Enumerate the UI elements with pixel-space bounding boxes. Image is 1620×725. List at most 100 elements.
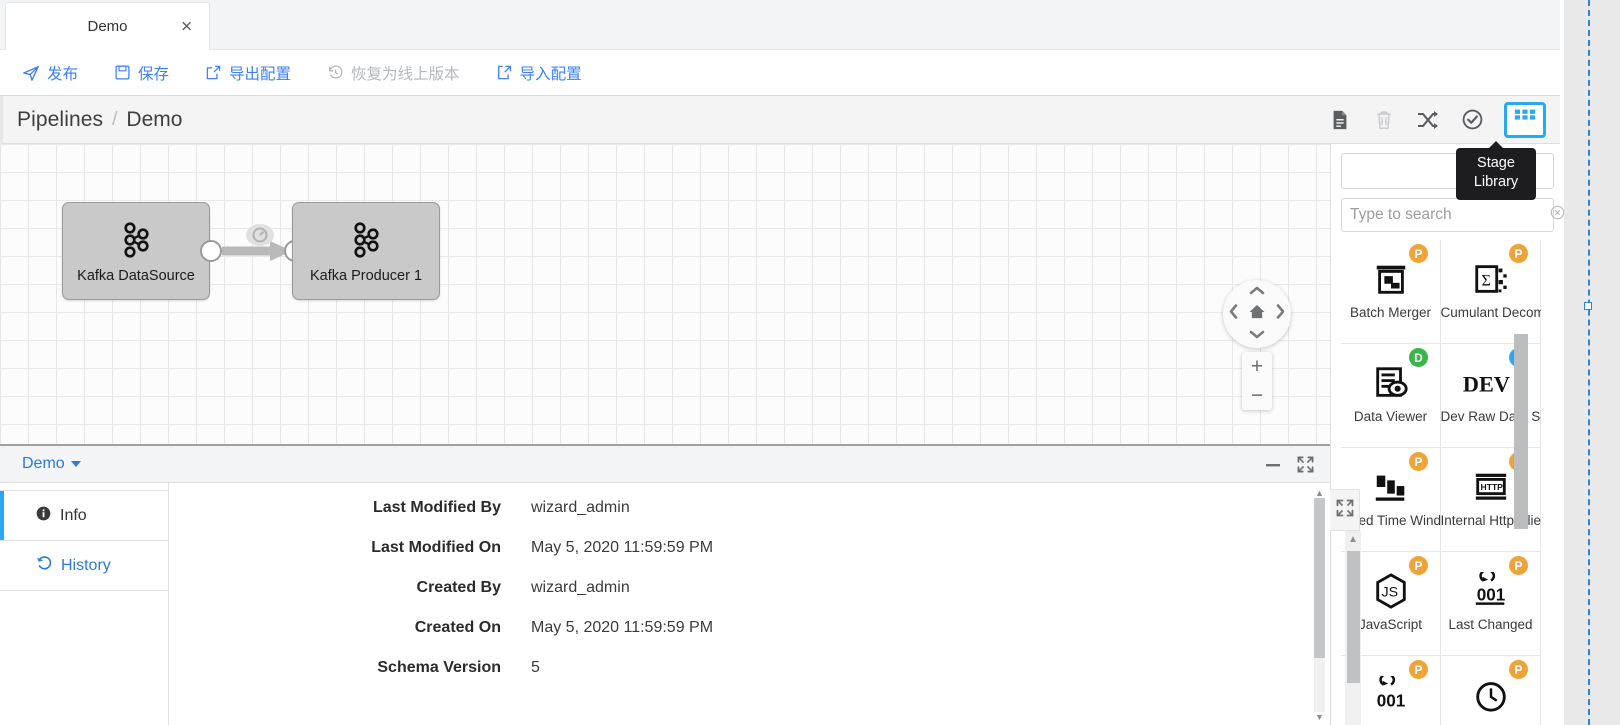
svg-text:HTTP: HTTP bbox=[1480, 482, 1503, 492]
close-icon[interactable]: ✕ bbox=[180, 19, 193, 34]
info-circle-icon bbox=[36, 506, 51, 526]
pan-right-icon[interactable] bbox=[1275, 304, 1286, 325]
svg-text:001: 001 bbox=[1376, 691, 1405, 710]
action-toolbar: 发布 保存 导出配置 恢复为线上版本 导入配置 bbox=[0, 50, 1560, 96]
publish-button[interactable]: 发布 bbox=[22, 62, 78, 84]
info-row: Last Modified On May 5, 2020 11:59:59 PM bbox=[169, 539, 1330, 579]
search-input[interactable] bbox=[1350, 206, 1550, 224]
info-value: May 5, 2020 11:59:59 PM bbox=[501, 619, 713, 637]
bottom-panel-title: Demo bbox=[22, 455, 65, 473]
publish-label: 发布 bbox=[47, 62, 78, 84]
info-label: Last Modified By bbox=[169, 499, 501, 517]
svg-text:001: 001 bbox=[1476, 586, 1505, 605]
canvas-pan-control[interactable] bbox=[1223, 280, 1291, 348]
bottom-panel-title-dropdown[interactable]: Demo bbox=[0, 455, 81, 473]
stage-name: Last Changed bbox=[1441, 617, 1541, 633]
bottom-panel-tabs: Info History bbox=[0, 483, 169, 725]
stage-badge: P bbox=[1409, 244, 1428, 263]
connection-stats-badge[interactable] bbox=[245, 222, 275, 248]
tab-demo[interactable]: Demo ✕ bbox=[5, 2, 210, 50]
tab-info[interactable]: Info bbox=[0, 491, 168, 541]
import-config-button[interactable]: 导入配置 bbox=[496, 62, 582, 84]
shuffle-auto-arrange-icon[interactable] bbox=[1406, 100, 1450, 140]
validate-check-icon[interactable] bbox=[1450, 100, 1494, 140]
trash-delete-icon[interactable] bbox=[1362, 100, 1406, 140]
minimize-icon[interactable] bbox=[1265, 458, 1281, 472]
stage-badge: P bbox=[1409, 452, 1428, 471]
export-config-button[interactable]: 导出配置 bbox=[205, 62, 291, 84]
scroll-thumb[interactable] bbox=[1347, 551, 1360, 683]
pan-up-icon[interactable] bbox=[1249, 283, 1265, 301]
canvas-zoom-control[interactable]: + − bbox=[1242, 352, 1272, 410]
scroll-up-arrow-icon[interactable]: ▲ bbox=[1345, 534, 1361, 545]
node-output-port[interactable] bbox=[200, 240, 222, 262]
resize-handle[interactable] bbox=[1584, 302, 1592, 310]
clear-circle-icon[interactable] bbox=[1550, 205, 1564, 225]
stage-item-data-viewer[interactable]: D Data Viewer bbox=[1341, 344, 1441, 448]
tab-bar: Demo ✕ bbox=[0, 0, 1560, 50]
scroll-down-arrow-icon[interactable]: ▼ bbox=[1315, 712, 1324, 722]
info-label: Created By bbox=[169, 579, 501, 597]
scroll-thumb[interactable] bbox=[1314, 498, 1325, 658]
breadcrumb-root[interactable]: Pipelines bbox=[0, 108, 103, 132]
stage-item-batch-merger[interactable]: P Batch Merger bbox=[1341, 240, 1441, 344]
stage-library-overlay-scrollbar[interactable] bbox=[1514, 334, 1528, 529]
stage-badge: P bbox=[1509, 244, 1528, 263]
stage-item-last-changed[interactable]: P 001 Last Changed bbox=[1441, 552, 1541, 656]
info-row: Created By wizard_admin bbox=[169, 579, 1330, 619]
stage-badge: P bbox=[1509, 660, 1528, 679]
stage-library-button[interactable] bbox=[1504, 102, 1546, 138]
stage-library-search[interactable] bbox=[1341, 198, 1554, 232]
sigma-decompose-icon: Σ bbox=[1472, 257, 1510, 301]
expand-fullscreen-icon[interactable] bbox=[1297, 456, 1314, 473]
node-label: Kafka DataSource bbox=[77, 268, 195, 284]
pan-down-icon[interactable] bbox=[1249, 327, 1265, 345]
info-value: May 5, 2020 11:59:59 PM bbox=[501, 539, 713, 557]
breadcrumb-header: Pipelines / Demo bbox=[0, 96, 1560, 144]
info-pane-scrollbar[interactable]: ▲ ▼ bbox=[1314, 488, 1325, 722]
canvas-node-kafka-producer-1[interactable]: Kafka Producer 1 bbox=[292, 202, 440, 300]
tab-strip-stub bbox=[0, 483, 168, 491]
info-row: Schema Version 5 bbox=[169, 659, 1330, 699]
stage-library-expand-toggle[interactable] bbox=[1330, 489, 1360, 531]
tab-info-label: Info bbox=[60, 507, 87, 525]
stage-item-cumulant-decomposer[interactable]: P Σ Cumulant Decomposer bbox=[1441, 240, 1541, 344]
publish-send-icon bbox=[22, 64, 40, 82]
zoom-in-button[interactable]: + bbox=[1242, 352, 1272, 381]
pipeline-canvas[interactable]: Kafka DataSource bbox=[0, 144, 1330, 444]
stage-badge: P bbox=[1409, 556, 1428, 575]
info-label: Schema Version bbox=[169, 659, 501, 677]
bottom-panel-header: Demo bbox=[0, 446, 1330, 483]
info-row: Created On May 5, 2020 11:59:59 PM bbox=[169, 619, 1330, 659]
pipeline-designer-app: Demo ✕ 发布 保存 导出配置 恢复为 bbox=[0, 0, 1620, 725]
info-detail-list: Last Modified By wizard_admin Last Modif… bbox=[169, 483, 1330, 725]
scroll-thumb[interactable] bbox=[1514, 334, 1528, 529]
stage-library-panel: P Batch Merger P Σ Cumulant Decomposer D… bbox=[1330, 144, 1564, 725]
zoom-out-button[interactable]: − bbox=[1242, 381, 1272, 410]
save-button[interactable]: 保存 bbox=[114, 62, 169, 84]
tab-history[interactable]: History bbox=[0, 541, 168, 591]
pan-left-icon[interactable] bbox=[1228, 304, 1239, 325]
breadcrumb-current: Demo bbox=[126, 108, 182, 132]
notes-document-icon[interactable] bbox=[1318, 100, 1362, 140]
header-icon-group bbox=[1318, 100, 1560, 140]
http-icon: HTTP bbox=[1471, 465, 1511, 509]
export-config-label: 导出配置 bbox=[229, 62, 291, 84]
info-row: Last Modified By wizard_admin bbox=[169, 499, 1330, 539]
history-icon bbox=[36, 555, 52, 576]
stage-library-tooltip: Stage Library bbox=[1456, 148, 1536, 200]
stage-library-scrollbar[interactable]: ▲ bbox=[1345, 531, 1361, 725]
scroll-track[interactable] bbox=[1314, 498, 1325, 712]
info-value: wizard_admin bbox=[501, 579, 630, 597]
clock-icon bbox=[1472, 673, 1510, 717]
bottom-detail-panel: Demo bbox=[0, 444, 1330, 725]
save-floppy-icon bbox=[114, 64, 131, 81]
stage-item-row-5-right[interactable]: P bbox=[1441, 656, 1541, 725]
selection-dashed-edge bbox=[1588, 0, 1590, 725]
canvas-node-kafka-datasource[interactable]: Kafka DataSource bbox=[62, 202, 210, 300]
home-icon[interactable] bbox=[1249, 304, 1266, 324]
stage-name: Batch Merger bbox=[1341, 305, 1441, 321]
info-value: wizard_admin bbox=[501, 499, 630, 517]
restore-online-version-button[interactable]: 恢复为线上版本 bbox=[327, 62, 460, 84]
scroll-up-arrow-icon[interactable]: ▲ bbox=[1315, 488, 1324, 498]
